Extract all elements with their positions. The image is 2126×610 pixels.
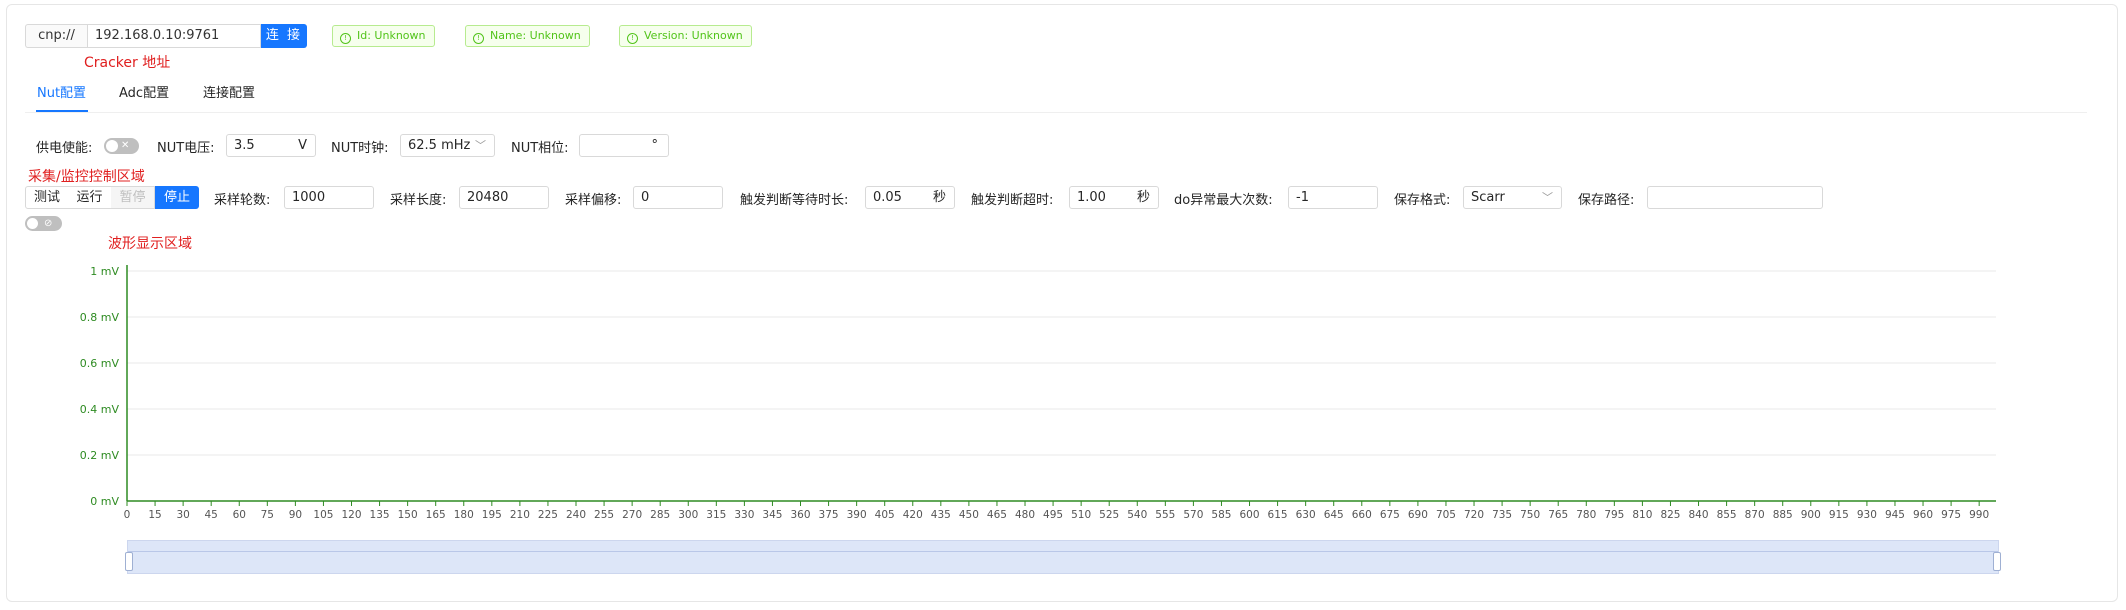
x-tick-label: 600 <box>1239 509 1259 521</box>
x-tick-label: 960 <box>1913 509 1933 521</box>
x-tick-label: 870 <box>1745 509 1765 521</box>
x-tick-label: 990 <box>1969 509 1989 521</box>
x-tick-label: 885 <box>1773 509 1793 521</box>
y-tick-label: 0.6 mV <box>80 357 120 370</box>
x-tick-label: 375 <box>819 509 839 521</box>
x-tick-label: 30 <box>176 509 189 521</box>
x-tick-label: 585 <box>1211 509 1231 521</box>
x-tick-label: 840 <box>1689 509 1709 521</box>
x-tick-label: 180 <box>454 509 474 521</box>
data-zoom-slider[interactable] <box>125 540 2001 574</box>
x-tick-label: 135 <box>370 509 390 521</box>
x-tick-label: 45 <box>205 509 218 521</box>
waveform-chart[interactable]: 0 mV 0.2 mV 0.4 mV 0.6 mV 0.8 mV 1 mV 0 15 30 45 6… <box>0 0 2126 610</box>
x-tick-label: 975 <box>1941 509 1961 521</box>
x-tick-label: 735 <box>1492 509 1512 521</box>
x-tick-label: 855 <box>1717 509 1737 521</box>
x-tick-label: 165 <box>426 509 446 521</box>
x-tick-label: 480 <box>1015 509 1035 521</box>
x-tick-label: 495 <box>1043 509 1063 521</box>
x-tick-label: 195 <box>482 509 502 521</box>
zoom-handle-left[interactable] <box>125 552 133 571</box>
x-tick-label: 675 <box>1380 509 1400 521</box>
x-tick-label: 915 <box>1829 509 1849 521</box>
x-tick-label: 210 <box>510 509 530 521</box>
x-tick-label: 420 <box>903 509 923 521</box>
x-tick-label: 510 <box>1071 509 1091 521</box>
x-tick-label: 255 <box>594 509 614 521</box>
x-tick-label: 720 <box>1464 509 1484 521</box>
x-tick-label: 105 <box>313 509 333 521</box>
x-tick-label: 570 <box>1183 509 1203 521</box>
x-tick-label: 150 <box>398 509 418 521</box>
y-tick-label: 0.4 mV <box>80 403 120 416</box>
x-tick-label: 405 <box>875 509 895 521</box>
x-tick-label: 300 <box>678 509 698 521</box>
zoom-track-line <box>128 551 1998 552</box>
x-tick-label: 60 <box>233 509 246 521</box>
x-tick-label: 15 <box>148 509 161 521</box>
x-tick-label: 555 <box>1155 509 1175 521</box>
x-tick-label: 75 <box>261 509 274 521</box>
x-tick-label: 615 <box>1268 509 1288 521</box>
x-tick-label: 630 <box>1296 509 1316 521</box>
x-tick-label: 240 <box>566 509 586 521</box>
x-tick-label: 330 <box>734 509 754 521</box>
x-tick-label: 225 <box>538 509 558 521</box>
x-tick-label: 345 <box>762 509 782 521</box>
x-tick-label: 270 <box>622 509 642 521</box>
y-tick-label: 0.2 mV <box>80 449 120 462</box>
x-tick-label: 435 <box>931 509 951 521</box>
x-tick-label: 315 <box>706 509 726 521</box>
x-tick-label: 690 <box>1408 509 1428 521</box>
x-tick-label: 120 <box>341 509 361 521</box>
x-tick-label: 930 <box>1857 509 1877 521</box>
x-tick-label: 645 <box>1324 509 1344 521</box>
x-tick-label: 795 <box>1604 509 1624 521</box>
x-tick-label: 465 <box>987 509 1007 521</box>
x-tick-label: 390 <box>847 509 867 521</box>
y-tick-label: 0.8 mV <box>80 311 120 324</box>
x-tick-label: 525 <box>1099 509 1119 521</box>
x-tick-label: 360 <box>790 509 810 521</box>
x-tick-label: 780 <box>1576 509 1596 521</box>
x-tick-label: 450 <box>959 509 979 521</box>
x-tick-label: 705 <box>1436 509 1456 521</box>
x-tick-label: 825 <box>1660 509 1680 521</box>
x-tick-label: 945 <box>1885 509 1905 521</box>
x-tick-label: 90 <box>289 509 302 521</box>
x-tick-label: 900 <box>1801 509 1821 521</box>
x-tick-label: 810 <box>1632 509 1652 521</box>
y-tick-label: 0 mV <box>90 495 119 508</box>
x-tick-label: 660 <box>1352 509 1372 521</box>
x-tick-label: 285 <box>650 509 670 521</box>
x-tick-label: 765 <box>1548 509 1568 521</box>
x-tick-label: 540 <box>1127 509 1147 521</box>
zoom-handle-right[interactable] <box>1993 552 2001 571</box>
x-tick-label: 750 <box>1520 509 1540 521</box>
y-tick-label: 1 mV <box>90 265 119 278</box>
x-tick-label: 0 <box>124 509 131 521</box>
